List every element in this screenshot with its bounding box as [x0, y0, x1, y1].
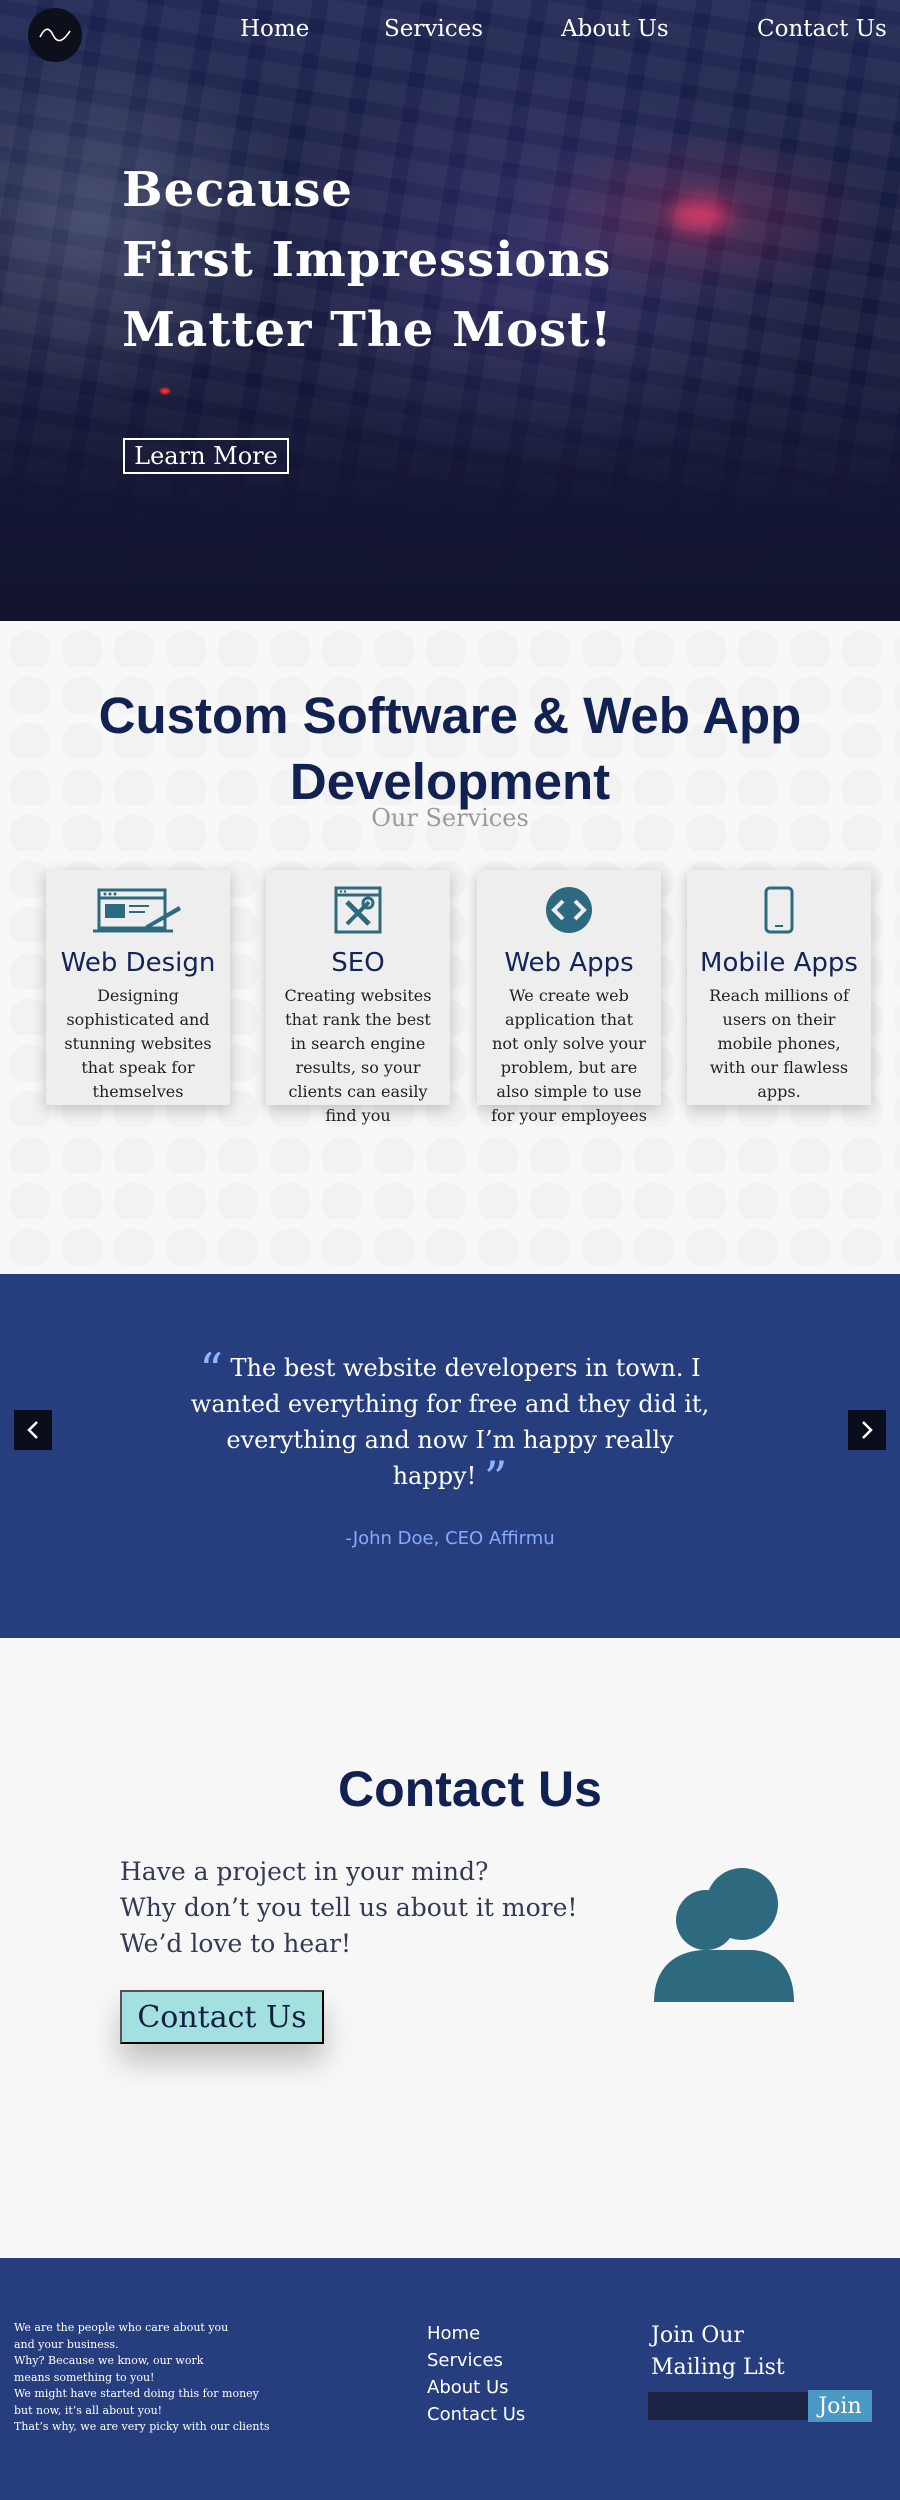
hero-title-line: Matter The Most! — [122, 302, 613, 358]
service-card-description: Designing sophisticated and stunning web… — [64, 986, 212, 1101]
hero-light-dot — [160, 388, 170, 394]
nav-about-us[interactable]: About Us — [561, 16, 669, 42]
footer-link-about-us[interactable]: About Us — [427, 2374, 525, 2401]
nav-contact-us[interactable]: Contact Us — [757, 16, 887, 42]
footer-nav: Home Services About Us Contact Us — [427, 2320, 525, 2428]
services-section: Custom Software & Web App Development Ou… — [0, 621, 900, 1274]
mailing-list-title: Join Our Mailing List — [651, 2320, 785, 2384]
mailing-list-title-line: Join Our — [651, 2323, 744, 2348]
mailing-list-form: Join — [648, 2390, 872, 2422]
footer-link-home[interactable]: Home — [427, 2320, 525, 2347]
service-card-title: Web Design — [60, 948, 216, 978]
browser-design-icon — [46, 884, 230, 936]
tools-icon — [266, 884, 450, 936]
contact-title: Contact Us — [338, 1761, 602, 1817]
footer-link-services[interactable]: Services — [427, 2347, 525, 2374]
close-quote-icon: ” — [483, 1451, 508, 1505]
users-group-icon — [652, 1866, 796, 2006]
hero-title: Because First Impressions Matter The Mos… — [122, 155, 612, 365]
service-card-description: Reach millions of users on their mobile … — [709, 986, 849, 1101]
mailing-list-title-line: Mailing List — [651, 2355, 785, 2380]
testimonial-section: “ The best website developers in town. I… — [0, 1274, 900, 1638]
mailing-email-input[interactable] — [648, 2392, 808, 2420]
open-quote-icon: “ — [199, 1343, 223, 1397]
hero-title-line: First Impressions — [122, 232, 612, 288]
wave-logo-icon[interactable] — [28, 8, 82, 62]
service-card-web-apps[interactable]: Web Apps We create web application that … — [477, 870, 661, 1125]
contact-section: Contact Us Have a project in your mind? … — [0, 1638, 900, 2258]
services-heading-line: Custom Software & Web App — [98, 687, 802, 744]
testimonial-quote: “ The best website developers in town. I… — [190, 1347, 710, 1501]
service-card-seo[interactable]: SEO Creating websites that rank the best… — [266, 870, 450, 1125]
contact-text-line: Why don’t you tell us about it more! — [120, 1893, 578, 1922]
service-card-title: Mobile Apps — [700, 948, 858, 978]
service-card-title: Web Apps — [504, 948, 634, 978]
hero-light-glow — [670, 200, 730, 230]
services-subheading: Our Services — [371, 804, 529, 832]
contact-text: Have a project in your mind? Why don’t y… — [120, 1854, 577, 1962]
footer-about-line: means something to you! — [14, 2370, 155, 2384]
hero-title-line: Because — [122, 162, 353, 218]
service-card-title: SEO — [331, 948, 385, 978]
footer-about-line: That’s why, we are very picky with our c… — [14, 2420, 270, 2433]
service-card-web-design[interactable]: Web Design Designing sophisticated and s… — [46, 870, 230, 1105]
footer-about-line: but now, it’s all about you! — [14, 2403, 163, 2417]
learn-more-button[interactable]: Learn More — [123, 438, 289, 474]
services-heading: Custom Software & Web App Development — [0, 683, 900, 815]
contact-us-button[interactable]: Contact Us — [120, 1990, 324, 2044]
service-card-description: We create web application that not only … — [491, 986, 647, 1125]
service-card-mobile-apps[interactable]: Mobile Apps Reach millions of users on t… — [687, 870, 871, 1105]
footer-about-line: We might have started doing this for mon… — [14, 2387, 259, 2400]
nav-home[interactable]: Home — [240, 16, 309, 42]
code-brackets-icon — [477, 884, 661, 936]
contact-text-line: We’d love to hear! — [120, 1929, 352, 1958]
testimonial-text: The best website developers in town. I w… — [190, 1354, 710, 1490]
footer-link-contact-us[interactable]: Contact Us — [427, 2401, 525, 2428]
nav-services[interactable]: Services — [384, 16, 483, 42]
footer-about-line: We are the people who care about you — [14, 2321, 229, 2334]
service-card-description: Creating websites that rank the best in … — [284, 986, 432, 1125]
contact-text-line: Have a project in your mind? — [120, 1857, 489, 1886]
chevron-left-icon[interactable] — [14, 1410, 52, 1450]
testimonial-author: -John Doe, CEO Affirmu — [345, 1528, 555, 1549]
smartphone-icon — [687, 884, 871, 936]
footer-about-line: Why? Because we know, our work — [14, 2354, 204, 2367]
footer-about-text: We are the people who care about you and… — [14, 2320, 270, 2436]
chevron-right-icon[interactable] — [848, 1410, 886, 1450]
hero-section: Home Services About Us Contact Us Becaus… — [0, 0, 900, 621]
footer-about-line: and your business. — [14, 2337, 119, 2351]
footer: We are the people who care about you and… — [0, 2258, 900, 2500]
join-button[interactable]: Join — [808, 2390, 872, 2422]
